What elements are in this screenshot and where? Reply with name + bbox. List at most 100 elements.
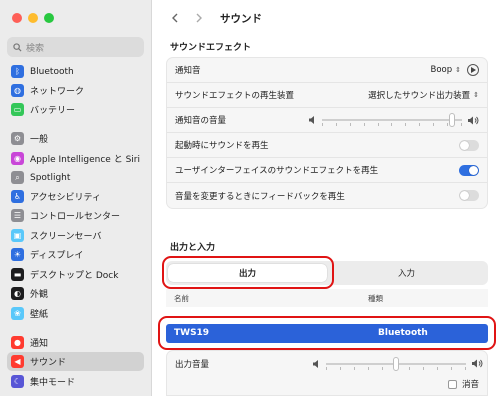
popup-arrows-icon: ⇕ bbox=[455, 66, 461, 74]
dock-icon: ▬ bbox=[11, 268, 24, 281]
sidebar-item[interactable]: ❀ 壁紙 bbox=[7, 304, 144, 323]
sidebar-item[interactable]: ☀ ディスプレイ bbox=[7, 245, 144, 264]
alert-sound-value: Boop bbox=[430, 65, 453, 75]
volume-feedback-label: 音量を変更するときにフィードバックを再生 bbox=[175, 191, 345, 202]
play-button[interactable] bbox=[467, 64, 479, 76]
output-volume-group: 出力音量 消音 bbox=[166, 350, 488, 396]
sidebar-item-label: 壁紙 bbox=[30, 310, 49, 320]
sidebar-item[interactable]: ◉ Apple Intelligence と Siri bbox=[7, 149, 144, 168]
sidebar-item[interactable]: ᛒ Bluetooth bbox=[7, 62, 144, 81]
sidebar-item-label: サウンド bbox=[30, 358, 67, 368]
highlight-box-device-row bbox=[158, 316, 496, 350]
alert-sound-row: 通知音 Boop ⇕ bbox=[167, 58, 487, 83]
battery-icon: ▭ bbox=[11, 103, 24, 116]
search-icon: ⌕ bbox=[11, 171, 24, 184]
popup-arrows-icon: ⇕ bbox=[473, 91, 479, 99]
sidebar-item[interactable]: ⚙ 一般 bbox=[7, 129, 144, 148]
column-name: 名前 bbox=[174, 293, 189, 303]
volume-feedback-toggle[interactable] bbox=[459, 190, 479, 201]
siri-icon: ◉ bbox=[11, 152, 24, 165]
speaker-low-icon bbox=[313, 359, 318, 368]
effects-device-label: サウンドエフェクトの再生装置 bbox=[175, 91, 295, 101]
effects-device-value: 選択したサウンド出力装置 bbox=[368, 91, 471, 101]
minimize-button[interactable] bbox=[28, 13, 38, 23]
output-volume-track bbox=[326, 356, 466, 371]
speaker-icon: ◀ bbox=[11, 355, 24, 368]
speaker-low-icon bbox=[309, 116, 314, 124]
sidebar-item[interactable]: ◍ ネットワーク bbox=[7, 81, 144, 100]
page-title: サウンド bbox=[220, 12, 262, 25]
sidebar-item[interactable]: ▬ デスクトップと Dock bbox=[7, 265, 144, 284]
effects-device-row: サウンドエフェクトの再生装置 選択したサウンド出力装置 ⇕ bbox=[167, 83, 487, 108]
alert-volume-slider[interactable] bbox=[309, 113, 479, 127]
chevron-left-icon bbox=[172, 13, 178, 23]
chevron-right-icon bbox=[196, 13, 202, 23]
alert-volume-track bbox=[322, 113, 462, 127]
sidebar-item-label: 一般 bbox=[30, 135, 49, 145]
mute-checkbox-box[interactable] bbox=[447, 379, 457, 389]
output-input-heading: 出力と入力 bbox=[170, 243, 216, 253]
appearance-icon: ◐ bbox=[11, 287, 24, 300]
sidebar-item[interactable]: ◐ 外観 bbox=[7, 284, 144, 303]
ui-effects-label: ユーザインターフェイスのサウンドエフェクトを再生 bbox=[175, 166, 379, 176]
sidebar-item-label: デスクトップと Dock bbox=[30, 271, 119, 281]
mute-label: 消音 bbox=[461, 380, 479, 390]
startup-sound-toggle[interactable] bbox=[459, 139, 479, 151]
gear-icon: ⚙ bbox=[11, 132, 24, 145]
sidebar-item-label: 通知 bbox=[30, 339, 49, 349]
speaker-high-icon bbox=[472, 359, 483, 368]
display-icon: ☀ bbox=[11, 248, 24, 261]
output-volume-knob[interactable] bbox=[393, 356, 399, 371]
globe-icon: ◍ bbox=[11, 84, 24, 97]
sidebar-item[interactable]: ☾ 集中モード bbox=[7, 372, 144, 391]
search-field[interactable]: 検索 bbox=[7, 37, 144, 57]
search-icon bbox=[13, 42, 22, 52]
sidebar-item[interactable]: ♿ アクセシビリティ bbox=[7, 187, 144, 206]
sidebar-item[interactable]: ☰ コントロールセンター bbox=[7, 206, 144, 225]
accessibility-icon: ♿ bbox=[11, 190, 24, 203]
main-pane: サウンド サウンドエフェクト 通知音 Boop ⇕ サウンドエフェクトの再生装置… bbox=[152, 0, 500, 396]
sidebar-item[interactable]: ▭ バッテリー bbox=[7, 100, 144, 119]
notification-icon: ● bbox=[11, 336, 24, 349]
sidebar-item-label: Spotlight bbox=[30, 172, 71, 183]
highlight-box-output-tab bbox=[162, 256, 334, 289]
bluetooth-icon: ᛒ bbox=[11, 65, 24, 78]
wallpaper-icon: ❀ bbox=[11, 307, 24, 320]
sidebar: 検索 ᛒ Bluetooth ◍ ネットワーク ▭ バッテリー ⚙ 一般 ◉ Apple Inte… bbox=[0, 0, 152, 396]
sidebar-item[interactable]: ⌕ Spotlight bbox=[7, 168, 144, 187]
sidebar-item[interactable]: ◀ サウンド bbox=[7, 352, 144, 371]
ui-effects-toggle[interactable] bbox=[459, 164, 479, 176]
alert-volume-row: 通知音の音量 bbox=[167, 108, 487, 133]
forward-button[interactable] bbox=[190, 9, 208, 27]
alert-sound-popup[interactable]: Boop ⇕ bbox=[430, 64, 479, 76]
back-button[interactable] bbox=[166, 9, 184, 27]
column-type: 種類 bbox=[368, 293, 383, 303]
output-volume-slider[interactable] bbox=[313, 356, 483, 371]
settings-window: 検索 ᛒ Bluetooth ◍ ネットワーク ▭ バッテリー ⚙ 一般 ◉ Apple Inte… bbox=[0, 0, 500, 396]
sidebar-item-label: アクセシビリティ bbox=[30, 193, 102, 203]
alert-volume-label: 通知音の音量 bbox=[175, 116, 227, 126]
sidebar-item[interactable]: ▣ スクリーンセーバ bbox=[7, 226, 144, 245]
sidebar-item[interactable]: ● 通知 bbox=[7, 333, 144, 352]
device-table-header: 名前 種類 bbox=[166, 289, 488, 307]
control-center-icon: ☰ bbox=[11, 209, 24, 222]
search-placeholder: 検索 bbox=[26, 43, 45, 54]
play-icon bbox=[471, 67, 476, 73]
mute-checkbox[interactable]: 消音 bbox=[447, 378, 479, 390]
sidebar-item-label: 外観 bbox=[30, 290, 49, 300]
tab-input[interactable]: 入力 bbox=[327, 264, 486, 282]
sound-effects-group: 通知音 Boop ⇕ サウンドエフェクトの再生装置 選択したサウンド出力装置 ⇕… bbox=[166, 57, 488, 209]
startup-sound-label: 起動時にサウンドを再生 bbox=[175, 141, 269, 151]
close-button[interactable] bbox=[12, 13, 22, 23]
sidebar-item-label: ディスプレイ bbox=[30, 251, 84, 261]
ui-effects-row: ユーザインターフェイスのサウンドエフェクトを再生 bbox=[167, 158, 487, 183]
sidebar-item-label: バッテリー bbox=[30, 106, 76, 116]
alert-volume-knob[interactable] bbox=[449, 113, 456, 127]
slider-ticks bbox=[322, 123, 462, 126]
sidebar-item-label: コントロールセンター bbox=[30, 212, 121, 222]
moon-icon: ☾ bbox=[11, 375, 24, 388]
zoom-button[interactable] bbox=[44, 13, 54, 23]
effects-device-popup[interactable]: 選択したサウンド出力装置 ⇕ bbox=[368, 89, 479, 101]
sidebar-item-label: 集中モード bbox=[30, 378, 76, 388]
volume-feedback-row: 音量を変更するときにフィードバックを再生 bbox=[167, 183, 487, 208]
